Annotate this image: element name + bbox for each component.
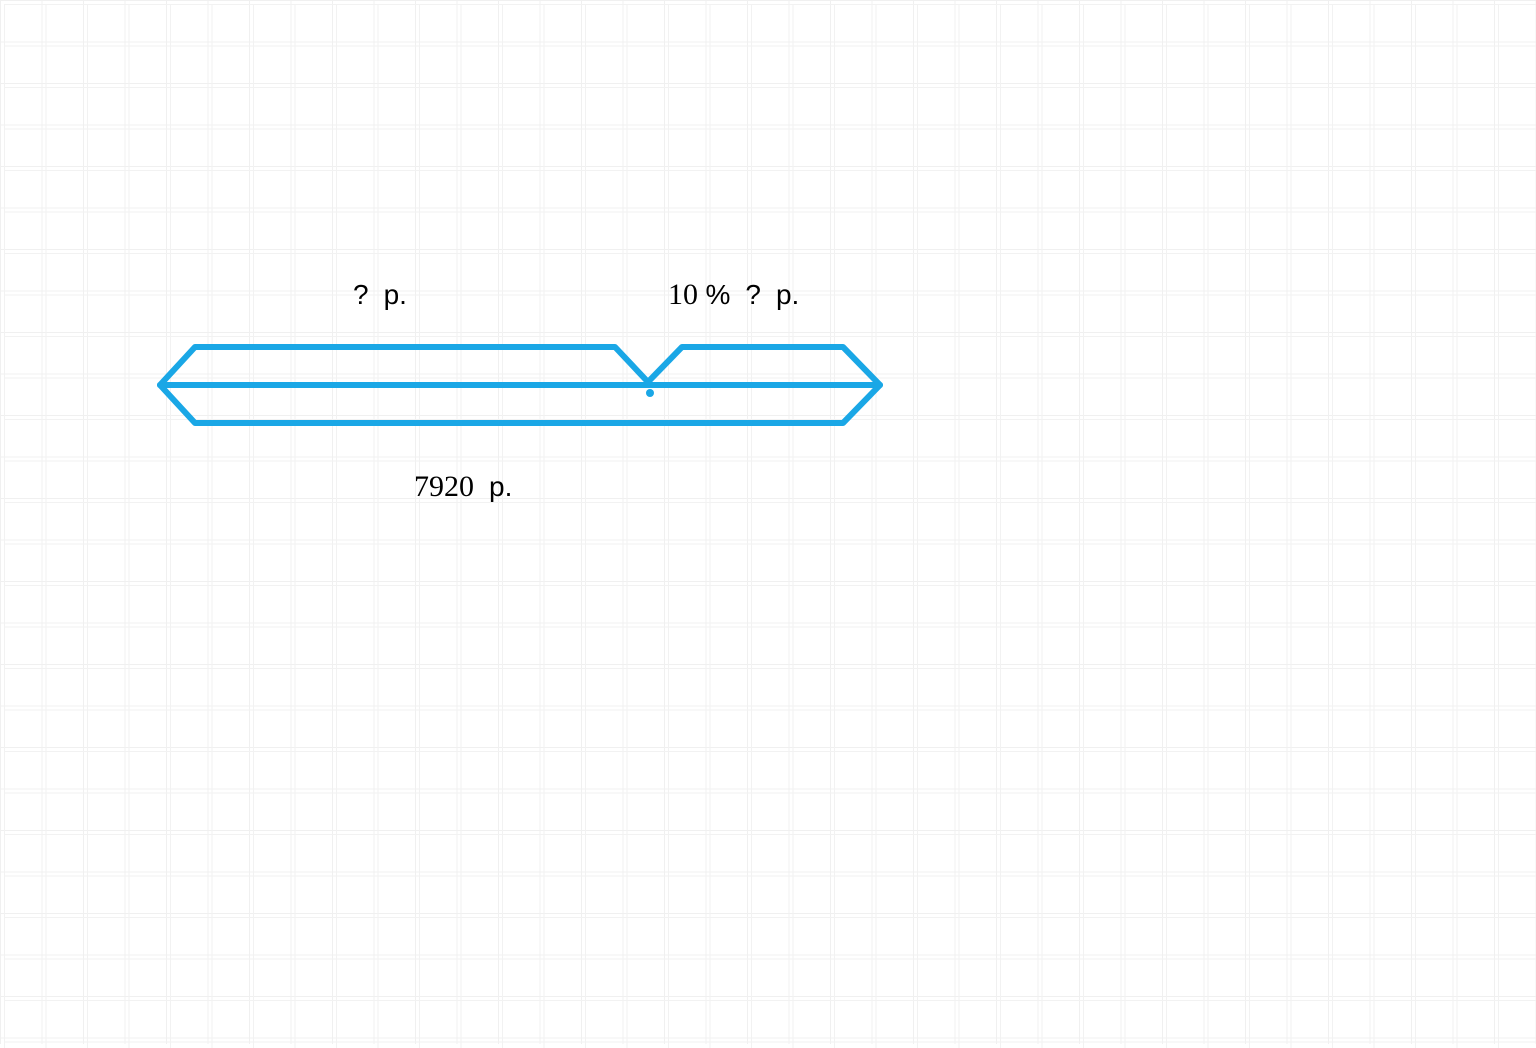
right-question-mark: ?	[745, 279, 761, 310]
right-percent-sign: %	[706, 279, 731, 310]
right-percent-value: 10	[668, 278, 698, 311]
total-value: 7920	[414, 470, 474, 503]
bar-diagram	[0, 0, 1536, 1044]
label-right-segment: 10 % ? р.	[668, 278, 799, 312]
left-unit: р.	[384, 279, 407, 310]
total-unit: р.	[489, 471, 512, 502]
right-unit: р.	[776, 279, 799, 310]
label-total: 7920 р.	[414, 470, 512, 504]
label-left-segment: ? р.	[353, 278, 407, 312]
left-question-mark: ?	[353, 279, 369, 310]
